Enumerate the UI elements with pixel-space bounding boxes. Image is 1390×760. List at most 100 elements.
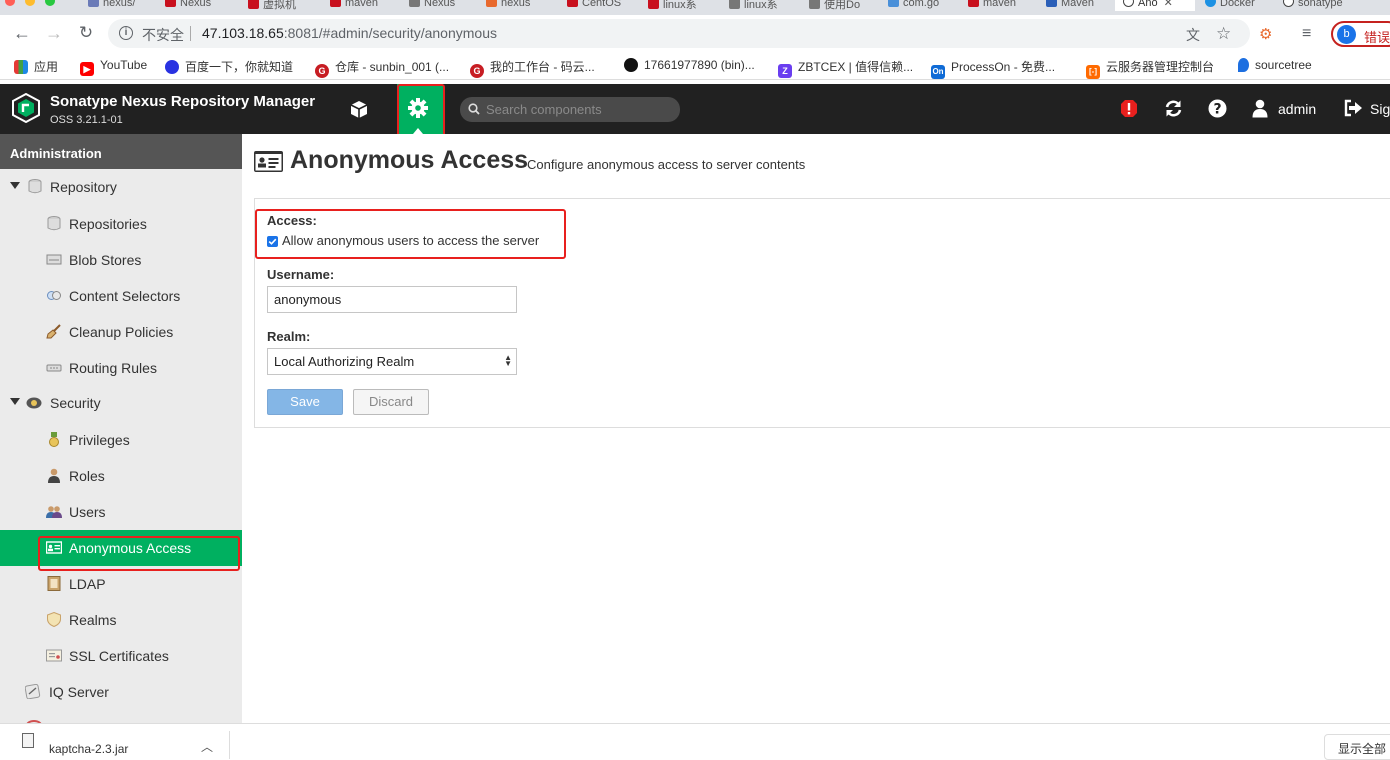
- discard-button[interactable]: Discard: [353, 389, 429, 415]
- search-icon: [468, 103, 480, 115]
- database-icon: [28, 179, 42, 194]
- user-icon[interactable]: [1252, 99, 1268, 118]
- browser-tab[interactable]: nexus: [486, 0, 546, 11]
- browser-tab-active[interactable]: Ano ✕: [1115, 0, 1195, 11]
- browser-tab[interactable]: Docker: [1205, 0, 1275, 11]
- bookmark-aliyun[interactable]: [-] 云服务器管理控制台: [1086, 58, 1214, 79]
- bookmark-gitee-workbench[interactable]: G 我的工作台 - 码云...: [470, 58, 595, 78]
- bookmark-youtube[interactable]: ▶ YouTube: [80, 58, 147, 76]
- sidebar-item-users[interactable]: Users: [0, 494, 242, 530]
- nexus-header: Sonatype Nexus Repository Manager OSS 3.…: [0, 84, 1390, 134]
- username-label: Username:: [267, 267, 335, 282]
- close-tab-icon[interactable]: ✕: [1164, 0, 1173, 9]
- sign-out-label[interactable]: Sig: [1370, 101, 1390, 117]
- profile-button[interactable]: b 错误: [1331, 21, 1390, 47]
- sidebar-item-roles[interactable]: Roles: [0, 458, 242, 494]
- sidebar-item-partial[interactable]: [0, 712, 242, 723]
- user-menu-label[interactable]: admin: [1278, 101, 1316, 117]
- expand-caret-icon[interactable]: [10, 182, 20, 189]
- sidebar-item-repository[interactable]: Repository: [0, 169, 242, 205]
- back-arrow-icon[interactable]: ←: [10, 21, 34, 45]
- browser-tab[interactable]: com.go: [888, 0, 948, 11]
- divider: [229, 731, 230, 759]
- media-list-icon[interactable]: ≡: [1302, 25, 1311, 43]
- realm-selected-value: Local Authorizing Realm: [274, 354, 415, 369]
- routing-icon: [46, 364, 62, 372]
- bookmark-gitee-repo[interactable]: G 仓库 - sunbin_001 (...: [315, 58, 449, 78]
- browser-tab[interactable]: Maven: [1046, 0, 1106, 11]
- save-button[interactable]: Save: [267, 389, 343, 415]
- browser-tab[interactable]: CentOS: [567, 0, 627, 11]
- browser-tab[interactable]: 使用Do: [809, 0, 869, 11]
- file-icon: [22, 733, 34, 748]
- browser-tab-strip: nexus/ Nexus 虚拟机 maven Nexus nexus CentO…: [0, 0, 1390, 15]
- sidebar-item-iq-server[interactable]: IQ Server: [0, 674, 242, 710]
- url-text[interactable]: 47.103.18.65:8081/#admin/security/anonym…: [202, 25, 497, 41]
- refresh-icon[interactable]: [1164, 99, 1183, 118]
- bookmark-apps[interactable]: 应用: [14, 58, 58, 75]
- realm-label: Realm:: [267, 329, 311, 344]
- sidebar-item-ldap[interactable]: LDAP: [0, 566, 242, 602]
- sidebar-item-repositories[interactable]: Repositories: [0, 206, 242, 242]
- page-header: Anonymous Access Configure anonymous acc…: [242, 134, 1390, 186]
- close-window-icon[interactable]: [5, 0, 15, 6]
- download-file-name[interactable]: kaptcha-2.3.jar: [49, 742, 128, 756]
- help-icon[interactable]: ?: [1208, 99, 1227, 118]
- browser-tab[interactable]: sonatype: [1283, 0, 1353, 11]
- reload-icon[interactable]: ↻: [74, 21, 98, 45]
- browser-tab[interactable]: linux系: [648, 0, 708, 11]
- sidebar-item-label: Repository: [50, 179, 117, 195]
- users-icon: [46, 506, 62, 518]
- sidebar-item-privileges[interactable]: Privileges: [0, 422, 242, 458]
- product-title: Sonatype Nexus Repository Manager: [50, 93, 316, 110]
- bookmark-star-icon[interactable]: ☆: [1216, 24, 1231, 44]
- chevron-up-icon[interactable]: ︿: [201, 738, 213, 755]
- minimize-window-icon[interactable]: [25, 0, 35, 6]
- username-field[interactable]: [267, 286, 517, 313]
- sidebar-item-security[interactable]: Security: [0, 385, 242, 421]
- maximize-window-icon[interactable]: [45, 0, 55, 6]
- browser-tab[interactable]: maven: [330, 0, 390, 11]
- sidebar-item-cleanup-policies[interactable]: Cleanup Policies: [0, 314, 242, 350]
- download-shelf: kaptcha-2.3.jar ︿ 显示全部: [0, 723, 1390, 760]
- realm-select[interactable]: Local Authorizing Realm ▲ ▼: [267, 348, 517, 375]
- info-icon[interactable]: i: [119, 26, 133, 40]
- sidebar-item-routing-rules[interactable]: Routing Rules: [0, 350, 242, 386]
- bookmark-processon[interactable]: On ProcessOn - 免费...: [931, 58, 1055, 79]
- broom-icon: [46, 324, 61, 339]
- product-version: OSS 3.21.1-01: [50, 114, 123, 126]
- map-pin-icon: [1238, 58, 1249, 72]
- forward-arrow-icon[interactable]: →: [42, 21, 66, 45]
- translate-icon[interactable]: 文: [1186, 25, 1200, 45]
- browse-cube-icon[interactable]: [346, 97, 372, 123]
- sidebar-item-blob-stores[interactable]: Blob Stores: [0, 242, 242, 278]
- search-input[interactable]: [484, 100, 669, 119]
- search-components[interactable]: [460, 97, 680, 122]
- baidu-icon: [165, 60, 179, 74]
- address-bar[interactable]: i 不安全 47.103.18.65:8081/#admin/security/…: [108, 19, 1250, 48]
- browser-tab[interactable]: Nexus: [165, 0, 225, 11]
- sidebar-item-realms[interactable]: Realms: [0, 602, 242, 638]
- avatar: b: [1337, 25, 1356, 44]
- bookmark-sourcetree[interactable]: sourcetree: [1238, 58, 1312, 72]
- show-all-downloads-button[interactable]: 显示全部: [1324, 734, 1390, 760]
- browser-tab[interactable]: maven: [968, 0, 1028, 11]
- sidebar-item-ssl-certificates[interactable]: SSL Certificates: [0, 638, 242, 674]
- browser-tab[interactable]: 虚拟机: [248, 0, 308, 11]
- bookmark-zbtcex[interactable]: Z ZBTCEX | 值得信赖...: [778, 58, 913, 78]
- certificate-icon: [46, 649, 62, 662]
- browser-tab[interactable]: nexus/: [88, 0, 148, 11]
- zbtcex-icon: Z: [778, 64, 792, 78]
- address-book-icon: [47, 576, 61, 591]
- id-card-icon: [254, 151, 283, 172]
- nexus-logo-icon[interactable]: [12, 93, 40, 123]
- browser-tab[interactable]: Nexus: [409, 0, 469, 11]
- system-alert-icon[interactable]: [1120, 99, 1138, 119]
- browser-tab[interactable]: linux系: [729, 0, 789, 11]
- bookmark-baidu[interactable]: 百度一下，你就知道: [165, 58, 293, 75]
- sidebar-item-content-selectors[interactable]: Content Selectors: [0, 278, 242, 314]
- extension-icon[interactable]: ⚙: [1259, 25, 1272, 43]
- expand-caret-icon[interactable]: [10, 398, 20, 405]
- bookmark-github[interactable]: 17661977890 (bin)...: [624, 58, 755, 72]
- sign-out-icon[interactable]: [1343, 99, 1363, 117]
